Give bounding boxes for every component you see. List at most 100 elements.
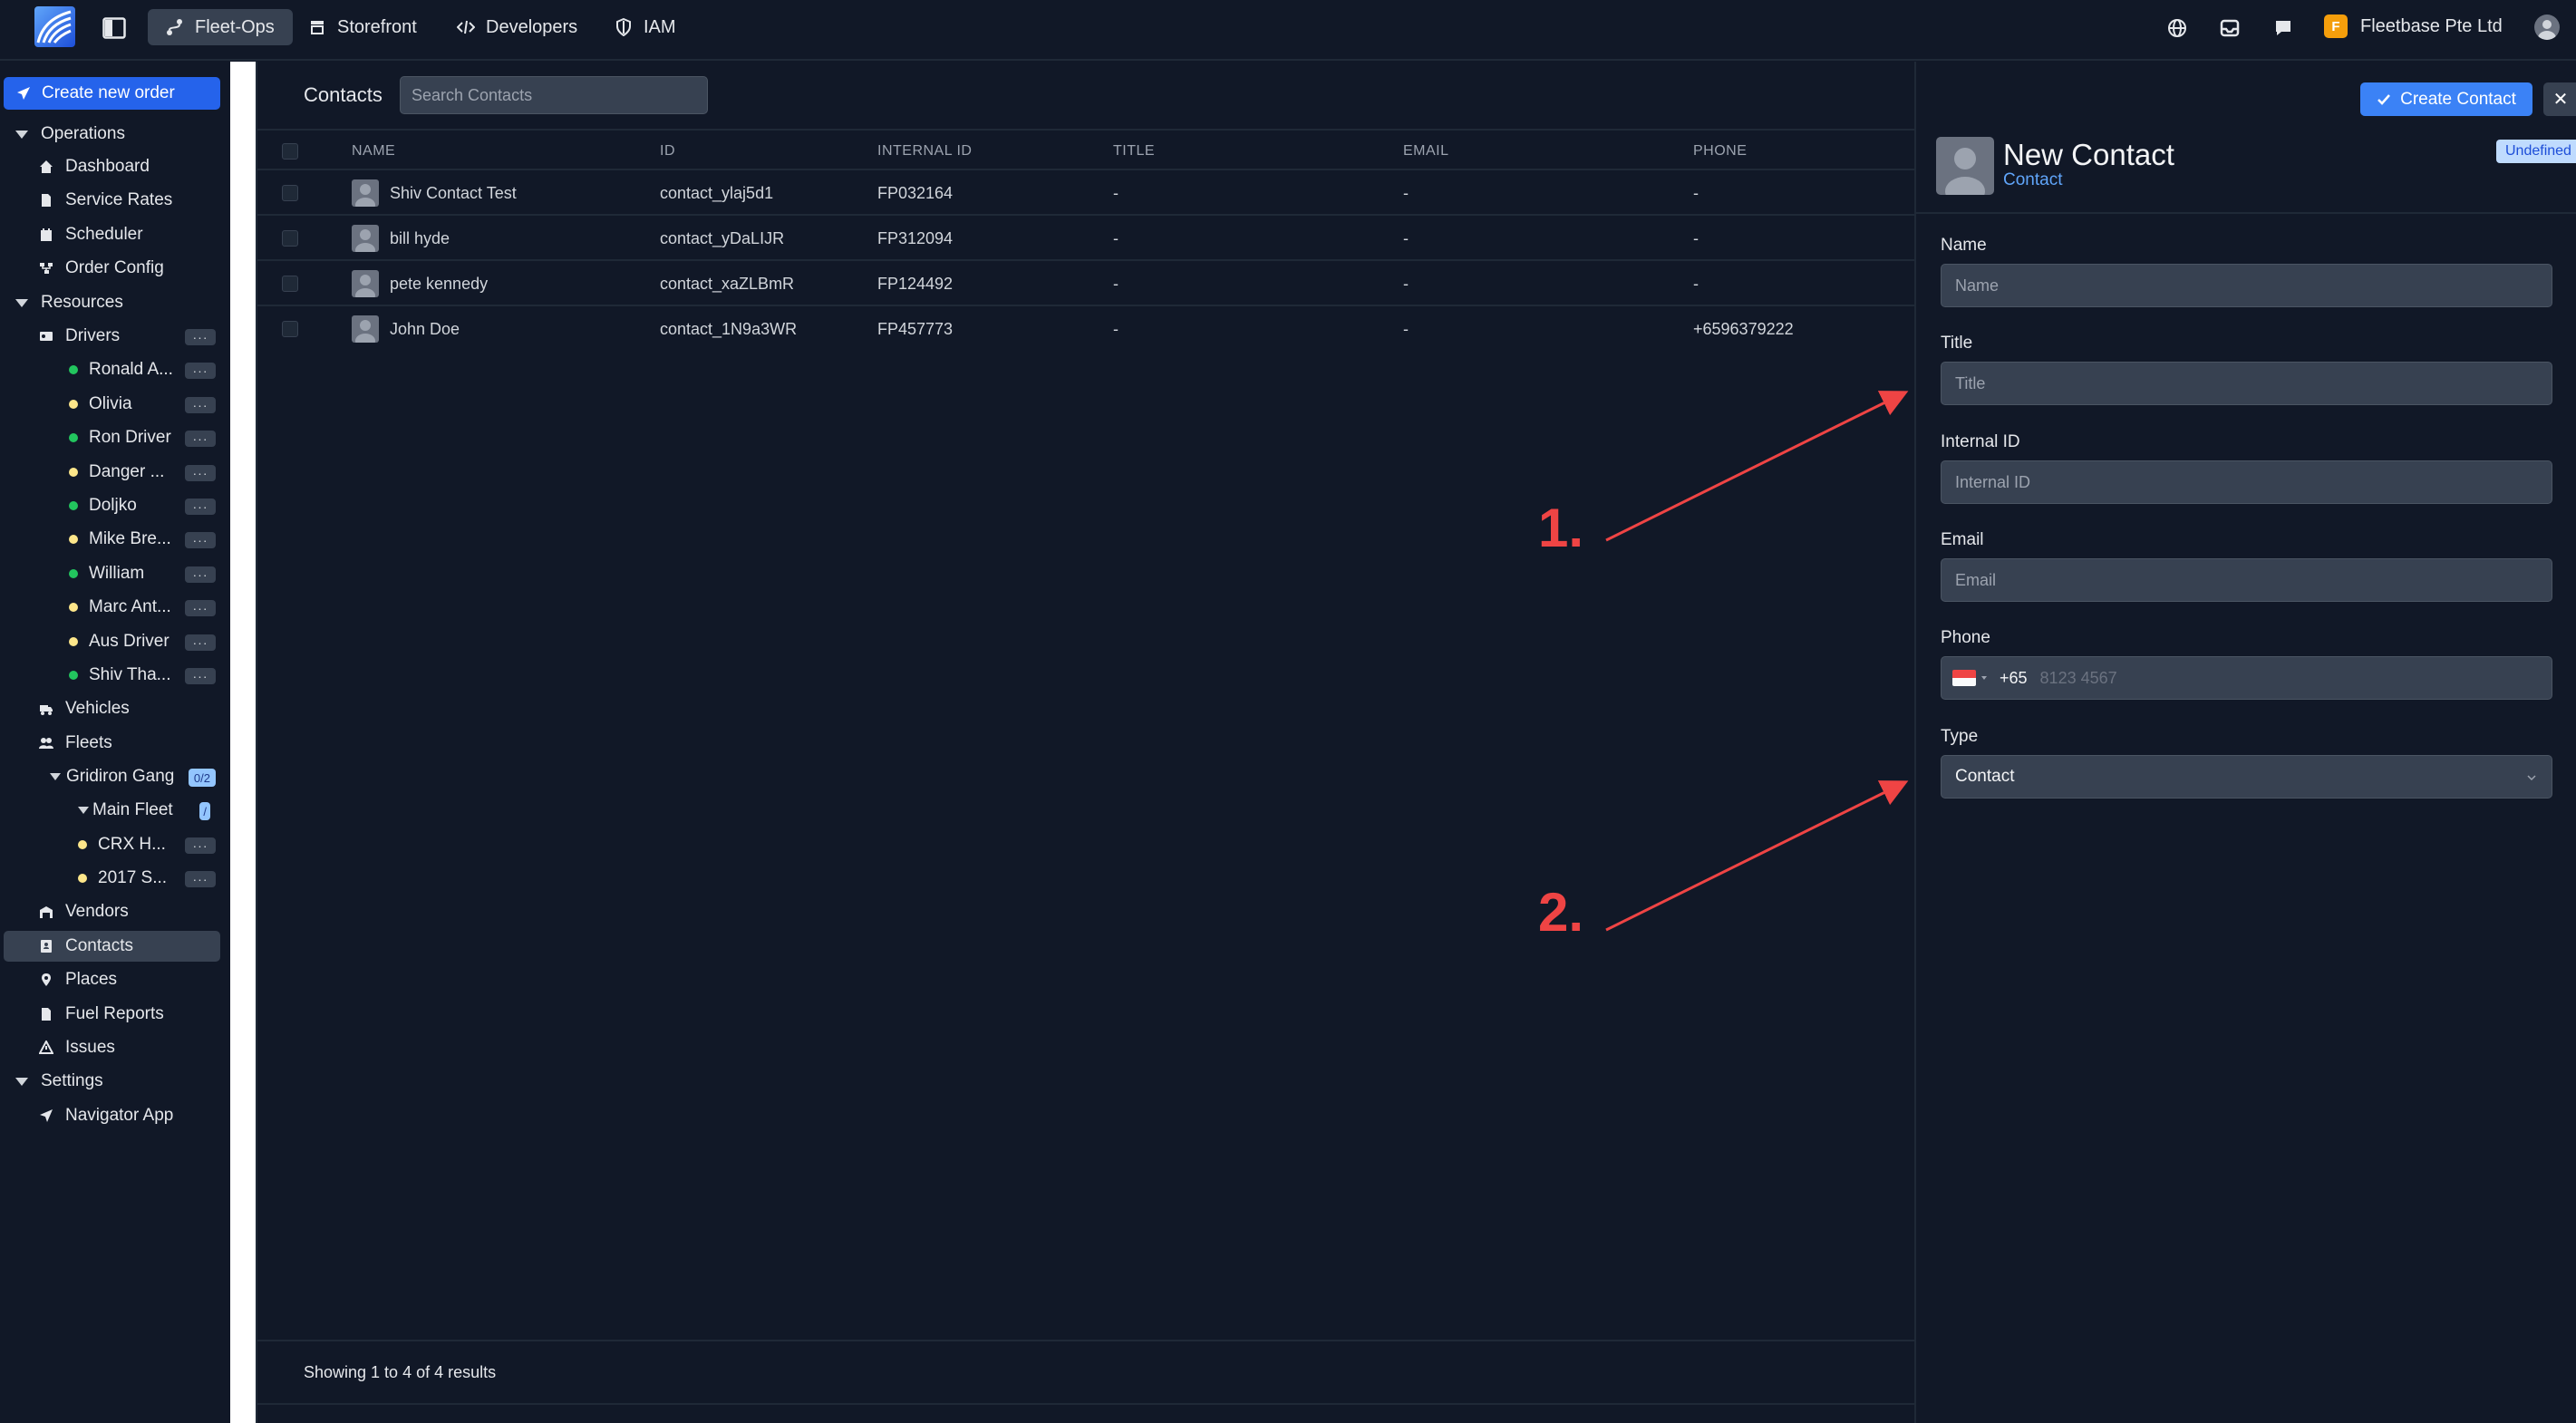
cell-name[interactable]: Shiv Contact Test xyxy=(390,184,517,203)
more-options-button[interactable]: ··· xyxy=(185,397,216,413)
check-icon xyxy=(2377,93,2391,105)
organization-switcher[interactable]: F Fleetbase Pte Ltd xyxy=(2324,13,2503,40)
driver-item[interactable]: Aus Driver ··· xyxy=(0,626,223,657)
sidebar-section-resources[interactable]: Resources xyxy=(0,287,223,318)
sidebar-item-fuel-reports[interactable]: Fuel Reports xyxy=(0,999,223,1030)
sidebar-item-drivers[interactable]: Drivers ··· xyxy=(0,321,223,352)
title-field[interactable] xyxy=(1941,362,2552,405)
search-input[interactable] xyxy=(400,76,708,114)
more-options-button[interactable]: ··· xyxy=(185,600,216,616)
fleet-name: Gridiron Gang xyxy=(66,767,175,786)
more-options-button[interactable]: ··· xyxy=(185,532,216,548)
more-options-button[interactable]: ··· xyxy=(185,363,216,379)
more-options-button[interactable]: ··· xyxy=(185,329,216,345)
sidebar-item-issues[interactable]: Issues xyxy=(0,1032,223,1063)
fleet-item-main-fleet[interactable]: Main Fleet / xyxy=(0,795,223,826)
close-panel-button[interactable]: ✕ xyxy=(2543,82,2576,116)
more-options-button[interactable]: ··· xyxy=(185,431,216,447)
driver-item[interactable]: Ronald A... ··· xyxy=(0,354,223,385)
sidebar-item-fleets[interactable]: Fleets xyxy=(0,728,223,759)
sidebar-item-service-rates[interactable]: Service Rates xyxy=(0,185,223,216)
driver-item[interactable]: Ron Driver ··· xyxy=(0,422,223,453)
tab-fleet-ops[interactable]: Fleet-Ops xyxy=(148,9,293,45)
sidebar-section-settings[interactable]: Settings xyxy=(0,1066,223,1097)
table-row[interactable]: bill hyde contact_yDaLIJR FP312094 - - - xyxy=(257,216,1916,261)
chat-icon[interactable] xyxy=(2271,15,2296,41)
fleet-vehicle-item[interactable]: CRX H... ··· xyxy=(0,829,223,860)
sidebar-item-order-config[interactable]: Order Config xyxy=(0,253,223,284)
cell-name[interactable]: pete kennedy xyxy=(390,275,488,294)
sidebar-item-contacts[interactable]: Contacts xyxy=(4,931,220,962)
status-offline-icon xyxy=(69,603,78,612)
fleetbase-logo-icon[interactable] xyxy=(34,6,75,47)
email-field[interactable] xyxy=(1941,558,2552,602)
cell-name[interactable]: John Doe xyxy=(390,320,460,339)
more-options-button[interactable]: ··· xyxy=(185,465,216,481)
fleet-vehicle-item[interactable]: 2017 S... ··· xyxy=(0,863,223,894)
column-header-name[interactable]: NAME xyxy=(352,143,395,160)
column-header-title[interactable]: TITLE xyxy=(1113,143,1155,160)
driver-item[interactable]: Shiv Tha... ··· xyxy=(0,660,223,691)
create-new-order-button[interactable]: Create new order xyxy=(4,77,220,110)
name-field[interactable] xyxy=(1941,264,2552,307)
sidebar-item-label: Vehicles xyxy=(65,699,130,718)
row-checkbox[interactable] xyxy=(282,321,298,337)
more-options-button[interactable]: ··· xyxy=(185,566,216,583)
sidebar-item-scheduler[interactable]: Scheduler xyxy=(0,219,223,250)
more-options-button[interactable]: ··· xyxy=(185,634,216,651)
sidebar-item-navigator-app[interactable]: Navigator App xyxy=(0,1100,223,1131)
row-checkbox[interactable] xyxy=(282,276,298,292)
column-header-internal-id[interactable]: INTERNAL ID xyxy=(877,143,972,160)
driver-name: Olivia xyxy=(89,394,132,413)
table-row[interactable]: John Doe contact_1N9a3WR FP457773 - - +6… xyxy=(257,306,1916,352)
driver-name: Mike Bre... xyxy=(89,529,171,548)
fleet-item-gridiron-gang[interactable]: Gridiron Gang 0/2 xyxy=(0,761,223,792)
sidebar-item-dashboard[interactable]: Dashboard xyxy=(0,151,223,182)
driver-item[interactable]: Marc Ant... ··· xyxy=(0,592,223,623)
cell-name[interactable]: bill hyde xyxy=(390,229,450,248)
inbox-icon[interactable] xyxy=(2217,15,2242,41)
phone-number-input[interactable] xyxy=(2039,668,2494,688)
driver-item[interactable]: Olivia ··· xyxy=(0,389,223,420)
caret-down-icon xyxy=(15,130,28,139)
more-options-button[interactable]: ··· xyxy=(185,871,216,887)
singapore-flag-icon[interactable] xyxy=(1952,670,1976,686)
tab-iam[interactable]: IAM xyxy=(596,9,694,45)
sidebar-item-places[interactable]: Places xyxy=(0,964,223,995)
tab-storefront[interactable]: Storefront xyxy=(290,9,435,45)
column-header-phone[interactable]: PHONE xyxy=(1693,143,1747,160)
cell-phone: +6596379222 xyxy=(1693,320,1794,338)
internal-id-field[interactable] xyxy=(1941,460,2552,504)
sidebar-section-operations[interactable]: Operations xyxy=(0,119,223,150)
driver-item[interactable]: Doljko ··· xyxy=(0,490,223,521)
driver-item[interactable]: Danger ... ··· xyxy=(0,457,223,488)
driver-name: Ron Driver xyxy=(89,428,171,447)
table-row[interactable]: pete kennedy contact_xaZLBmR FP124492 - … xyxy=(257,261,1916,306)
contact-avatar-upload[interactable] xyxy=(1936,137,1994,195)
type-select[interactable]: Contact xyxy=(1941,755,2552,799)
select-all-checkbox[interactable] xyxy=(282,143,298,160)
create-order-label: Create new order xyxy=(42,83,175,102)
sidebar-item-vehicles[interactable]: Vehicles xyxy=(0,693,223,724)
column-header-email[interactable]: EMAIL xyxy=(1403,143,1449,160)
user-avatar[interactable] xyxy=(2534,15,2560,40)
cell-phone: - xyxy=(1693,184,1699,202)
create-contact-button[interactable]: Create Contact xyxy=(2360,82,2532,116)
column-header-id[interactable]: ID xyxy=(660,143,675,160)
sidebar-item-vendors[interactable]: Vendors xyxy=(0,896,223,927)
row-checkbox[interactable] xyxy=(282,185,298,201)
status-online-icon xyxy=(69,671,78,680)
driver-item[interactable]: Mike Bre... ··· xyxy=(0,524,223,555)
caret-down-icon xyxy=(78,807,89,814)
sidebar-toggle-icon[interactable] xyxy=(102,15,127,41)
annotation-label-1: 1. xyxy=(1538,498,1584,558)
more-options-button[interactable]: ··· xyxy=(185,668,216,684)
table-row[interactable]: Shiv Contact Test contact_ylaj5d1 FP0321… xyxy=(257,170,1916,216)
more-options-button[interactable]: ··· xyxy=(185,837,216,854)
tab-developers[interactable]: Developers xyxy=(439,9,596,45)
more-options-button[interactable]: ··· xyxy=(185,499,216,515)
globe-icon[interactable] xyxy=(2164,15,2190,41)
row-checkbox[interactable] xyxy=(282,230,298,247)
driver-item[interactable]: William ··· xyxy=(0,558,223,589)
vehicle-name: 2017 S... xyxy=(98,868,168,887)
